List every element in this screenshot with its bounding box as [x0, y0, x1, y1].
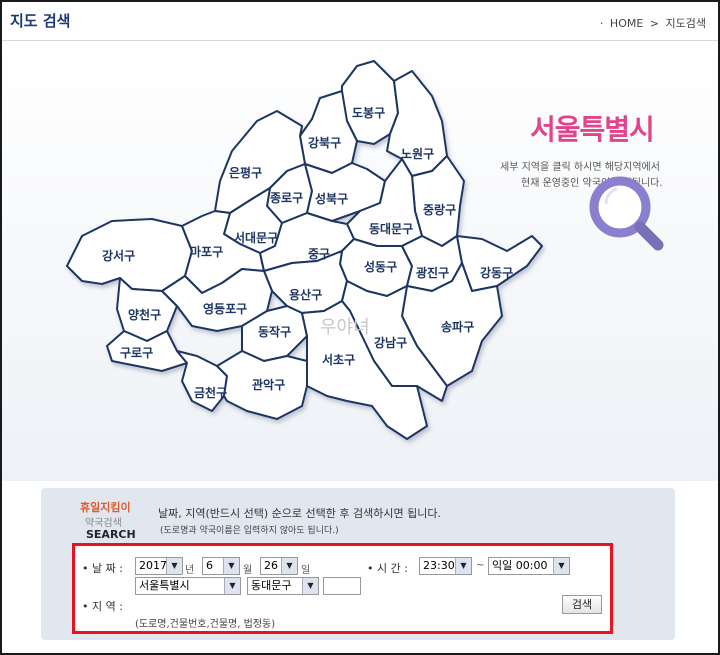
- address-hint: (도로명,건물번호,건물명, 법정동): [135, 619, 276, 630]
- district-label-nowon[interactable]: 노원구: [401, 147, 434, 161]
- region-label: • 지 역 :: [82, 600, 123, 613]
- chevron-down-icon: ▼: [223, 558, 239, 574]
- district-label-eunpyeong[interactable]: 은평구: [229, 166, 262, 180]
- district-label-songpa[interactable]: 송파구: [441, 319, 474, 334]
- district-label-dobong[interactable]: 도봉구: [352, 106, 385, 120]
- year-value: 2017: [139, 559, 167, 572]
- date-label: • 날 짜 :: [82, 562, 123, 575]
- district-label-yeongdeungpo[interactable]: 영등포구: [203, 301, 247, 316]
- time-to-select[interactable]: 익일 00:00 ▼: [488, 557, 570, 575]
- chevron-down-icon: ▼: [455, 558, 471, 574]
- breadcrumb: · HOME > 지도검색: [597, 15, 706, 31]
- district-label-seodaemun[interactable]: 서대문구: [234, 230, 278, 245]
- time-to-value: 익일 00:00: [492, 559, 548, 572]
- pharmacy-search-logo-text: 약국검색: [85, 518, 122, 529]
- month-value: 6: [206, 559, 213, 572]
- search-logo-text: SEARCH: [86, 528, 136, 541]
- district-label-jung[interactable]: 중구: [308, 247, 330, 261]
- map-area: 도봉구강북구노원구은평구종로구 성북구중랑구서대문구 동대문구강서구 마포구 중구성동구…: [2, 41, 718, 481]
- district-geumcheon[interactable]: [176, 350, 228, 412]
- district-label-seocho[interactable]: 서초구: [322, 352, 355, 367]
- district-label-mapo[interactable]: 마포구: [190, 244, 223, 259]
- breadcrumb-current: 지도검색: [665, 17, 706, 30]
- city-select[interactable]: 서울특별시 ▼: [135, 577, 241, 595]
- month-unit: 월: [243, 565, 253, 576]
- window-frame: 지도 검색 · HOME > 지도검색 도봉구 강북구 노원구 은평구 종로구 …: [0, 0, 720, 655]
- city-value: 서울특별시: [139, 579, 190, 592]
- time-separator: ~: [476, 560, 485, 571]
- chevron-right-icon: >: [649, 17, 660, 30]
- instruction-note: (도로명과 약국이름은 입력하지 않아도 됩니다.): [160, 526, 339, 536]
- year-unit: 년: [185, 565, 195, 576]
- page-title: 지도 검색: [10, 12, 71, 30]
- district-label-gangbuk[interactable]: 강북구: [308, 136, 341, 150]
- instruction-text: 날짜, 지역(반드시 선택) 순으로 선택한 후 검색하시면 됩니다.: [158, 507, 441, 520]
- watermark-text: 우야녀: [320, 317, 370, 338]
- magnifier-icon: [589, 176, 664, 251]
- district-label-seongdong[interactable]: 성동구: [364, 260, 397, 274]
- search-button[interactable]: 검색: [562, 595, 602, 614]
- day-unit: 일: [301, 565, 311, 576]
- breadcrumb-home[interactable]: HOME: [610, 17, 643, 30]
- seoul-map: 도봉구강북구노원구은평구종로구 성북구중랑구서대문구 동대문구강서구 마포구 중구성동구…: [66, 60, 543, 440]
- district-label-jungnang[interactable]: 중랑구: [423, 203, 456, 217]
- chevron-down-icon: ▼: [166, 558, 182, 574]
- year-select[interactable]: 2017 ▼: [135, 557, 183, 575]
- chevron-down-icon: ▼: [281, 558, 297, 574]
- district-label-gwanak[interactable]: 관악구: [252, 377, 285, 392]
- chevron-down-icon: ▼: [224, 578, 240, 594]
- district-label-gangseo[interactable]: 강서구: [102, 248, 135, 263]
- district-label-yangcheon[interactable]: 양천구: [128, 307, 161, 322]
- day-select[interactable]: 26 ▼: [260, 557, 298, 575]
- chevron-down-icon: ▼: [302, 578, 318, 594]
- time-label: • 시 간 :: [367, 562, 408, 575]
- district-select[interactable]: 동대문구 ▼: [247, 577, 319, 595]
- district-label-dongjak[interactable]: 동작구: [258, 324, 291, 339]
- district-label-gangdong[interactable]: 강동구: [480, 266, 513, 280]
- chevron-down-icon: ▼: [553, 558, 569, 574]
- time-from-select[interactable]: 23:30 ▼: [419, 557, 472, 575]
- district-label-yongsan[interactable]: 용산구: [289, 287, 322, 302]
- district-label-seongbuk[interactable]: 성북구: [315, 192, 348, 206]
- district-value: 동대문구: [251, 579, 292, 592]
- keyword-input[interactable]: [323, 577, 361, 595]
- time-from-value: 23:30: [423, 559, 455, 572]
- district-label-gangnam[interactable]: 강남구: [374, 335, 407, 350]
- breadcrumb-bullet-icon: ·: [599, 17, 604, 30]
- district-label-geumcheon[interactable]: 금천구: [194, 385, 227, 400]
- month-select[interactable]: 6 ▼: [202, 557, 240, 575]
- district-label-dongdaemun[interactable]: 동대문구: [369, 222, 413, 236]
- holiday-guardian-logo-text: 휴일지킴이: [80, 501, 131, 514]
- district-label-gwangjin[interactable]: 광진구: [416, 265, 449, 280]
- city-title: 서울특별시: [530, 113, 655, 146]
- day-value: 26: [264, 559, 278, 572]
- district-label-jongno[interactable]: 종로구: [270, 191, 303, 205]
- header: 지도 검색 · HOME > 지도검색: [2, 2, 718, 41]
- district-label-guro[interactable]: 구로구: [120, 346, 153, 360]
